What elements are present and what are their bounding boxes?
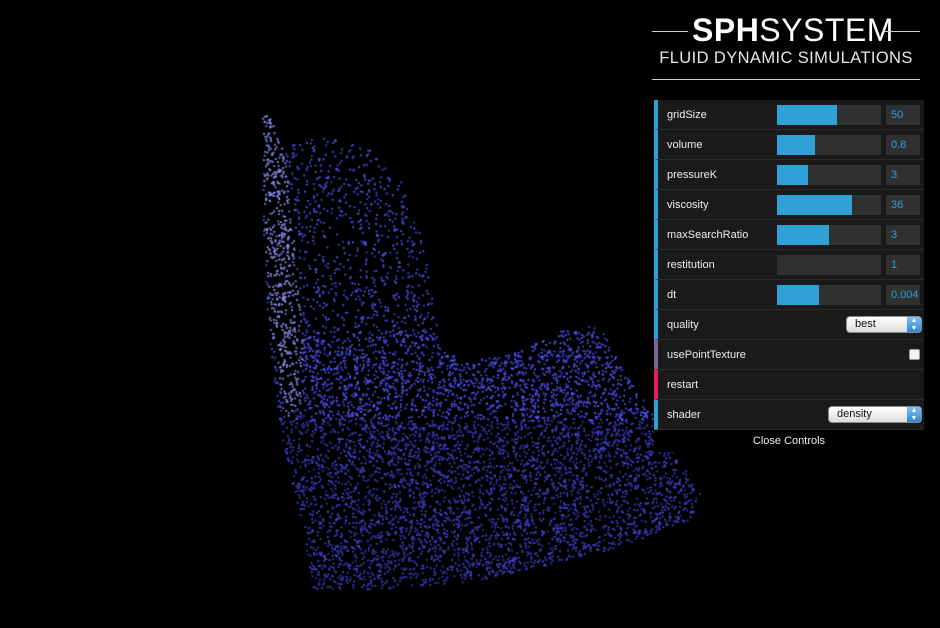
usepointtexture-checkbox[interactable] xyxy=(909,349,920,360)
slider-fill xyxy=(777,285,819,305)
shader-selected-value: density xyxy=(837,408,872,420)
restitution-slider[interactable] xyxy=(777,255,881,275)
control-dt: dt 0.004 xyxy=(654,280,924,310)
page-subtitle: FLUID DYNAMIC SIMULATIONS xyxy=(659,49,913,67)
viscosity-slider[interactable] xyxy=(777,195,881,215)
select-arrows-icon: ▲ ▼ xyxy=(907,407,921,422)
close-controls-button[interactable]: Close Controls xyxy=(654,430,924,452)
restitution-input[interactable]: 1 xyxy=(886,255,920,275)
title-rule-right xyxy=(884,31,920,32)
control-label: gridSize xyxy=(667,109,707,121)
control-label: quality xyxy=(667,319,699,331)
title-light-part: SYSTEM xyxy=(759,12,894,48)
volume-input[interactable]: 0.8 xyxy=(886,135,920,155)
viscosity-input[interactable]: 36 xyxy=(886,195,920,215)
dt-slider[interactable] xyxy=(777,285,881,305)
control-shader: shader density ▲ ▼ xyxy=(654,400,924,430)
control-pressurek: pressureK 3 xyxy=(654,160,924,190)
restart-button[interactable]: restart xyxy=(654,370,924,400)
shader-select[interactable]: density ▲ ▼ xyxy=(828,406,922,423)
control-label: pressureK xyxy=(667,169,718,181)
control-label: restitution xyxy=(667,259,715,271)
title-rule-left xyxy=(652,31,688,32)
control-label: maxSearchRatio xyxy=(667,229,749,241)
pressurek-input[interactable]: 3 xyxy=(886,165,920,185)
quality-selected-value: best xyxy=(855,318,876,330)
page-title: SPHSYSTEM xyxy=(692,12,893,48)
control-usepointtexture[interactable]: usePointTexture xyxy=(654,340,924,370)
title-row: SPHSYSTEM xyxy=(652,12,920,48)
control-label: usePointTexture xyxy=(667,349,746,361)
slider-fill xyxy=(777,165,809,185)
control-label: shader xyxy=(667,409,701,421)
slider-fill xyxy=(777,225,829,245)
maxsearchratio-input[interactable]: 3 xyxy=(886,225,920,245)
header-divider xyxy=(652,79,920,80)
control-label: dt xyxy=(667,289,677,301)
gridsize-input[interactable]: 50 xyxy=(886,105,920,125)
control-label: volume xyxy=(667,139,703,151)
control-gridsize: gridSize 50 xyxy=(654,100,924,130)
slider-fill xyxy=(777,135,816,155)
gridsize-slider[interactable] xyxy=(777,105,881,125)
quality-select[interactable]: best ▲ ▼ xyxy=(846,316,922,333)
control-label: viscosity xyxy=(667,199,709,211)
control-maxsearchratio: maxSearchRatio 3 xyxy=(654,220,924,250)
select-arrows-icon: ▲ ▼ xyxy=(907,317,921,332)
maxsearchratio-slider[interactable] xyxy=(777,225,881,245)
pressurek-slider[interactable] xyxy=(777,165,881,185)
control-volume: volume 0.8 xyxy=(654,130,924,160)
control-label: restart xyxy=(667,379,699,391)
control-quality: quality best ▲ ▼ xyxy=(654,310,924,340)
title-bold-part: SPH xyxy=(692,12,760,48)
control-viscosity: viscosity 36 xyxy=(654,190,924,220)
controls-panel: gridSize 50 volume 0.8 pressureK 3 visco… xyxy=(654,100,924,452)
control-restitution: restitution 1 xyxy=(654,250,924,280)
header: SPHSYSTEM FLUID DYNAMIC SIMULATIONS xyxy=(652,8,920,86)
slider-fill xyxy=(777,195,852,215)
volume-slider[interactable] xyxy=(777,135,881,155)
dt-input[interactable]: 0.004 xyxy=(886,285,920,305)
slider-fill xyxy=(777,105,838,125)
